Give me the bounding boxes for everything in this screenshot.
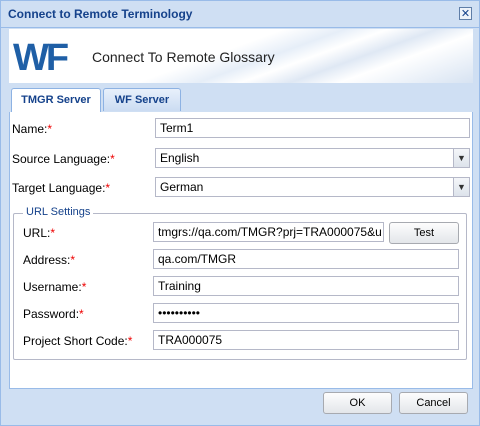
- tab-tmgr-server[interactable]: TMGR Server: [11, 88, 101, 113]
- url-settings-legend: URL Settings: [23, 206, 94, 218]
- required-marker: *: [127, 334, 133, 348]
- chevron-down-icon[interactable]: ▼: [453, 148, 470, 168]
- dialog-footer: OK Cancel: [9, 388, 471, 418]
- source-language-label: Source Language:*: [12, 152, 115, 166]
- url-input[interactable]: tmgrs://qa.com/TMGR?prj=TRA000075&u: [153, 222, 384, 242]
- header-banner: WF Connect To Remote Glossary: [9, 29, 473, 83]
- url-settings-fieldset: URL Settings URL:* tmgrs://qa.com/TMGR?p…: [13, 206, 467, 360]
- logo-text: WF: [13, 38, 68, 76]
- target-language-label-text: Target Language:: [12, 181, 106, 195]
- dialog-window: Connect to Remote Terminology ✕ WF Conne…: [0, 0, 480, 426]
- target-language-select[interactable]: German: [155, 177, 454, 197]
- chevron-down-icon[interactable]: ▼: [453, 177, 470, 197]
- close-icon[interactable]: ✕: [459, 7, 472, 20]
- password-input[interactable]: ••••••••••: [153, 303, 459, 323]
- username-input[interactable]: Training: [153, 276, 459, 296]
- banner-heading: Connect To Remote Glossary: [92, 49, 275, 65]
- project-short-code-input[interactable]: TRA000075: [153, 330, 459, 350]
- required-marker: *: [110, 152, 115, 166]
- url-label-text: URL:: [23, 226, 51, 240]
- tab-panel: Name:* Term1 Source Language:* English ▼…: [9, 112, 473, 389]
- password-label-text: Password:: [23, 307, 80, 321]
- password-label: Password:*: [23, 307, 84, 321]
- source-language-select[interactable]: English: [155, 148, 454, 168]
- address-input[interactable]: qa.com/TMGR: [153, 249, 459, 269]
- address-label-text: Address:: [23, 253, 71, 267]
- test-button[interactable]: Test: [389, 222, 459, 244]
- target-language-label: Target Language:*: [12, 181, 110, 195]
- project-short-code-label: Project Short Code:*: [23, 334, 132, 348]
- username-label: Username:*: [23, 280, 86, 294]
- name-label: Name:*: [12, 122, 52, 136]
- source-language-label-text: Source Language:: [12, 152, 111, 166]
- required-marker: *: [47, 122, 53, 136]
- address-label: Address:*: [23, 253, 75, 267]
- required-marker: *: [50, 226, 56, 240]
- dialog-title: Connect to Remote Terminology: [8, 7, 193, 21]
- title-bar[interactable]: Connect to Remote Terminology ✕: [1, 1, 479, 28]
- required-marker: *: [70, 253, 76, 267]
- ok-button[interactable]: OK: [323, 392, 392, 414]
- url-label: URL:*: [23, 226, 55, 240]
- wf-logo: WF: [13, 38, 71, 76]
- required-marker: *: [81, 280, 87, 294]
- cancel-button[interactable]: Cancel: [399, 392, 468, 414]
- name-input[interactable]: Term1: [155, 118, 470, 138]
- project-short-code-label-text: Project Short Code:: [23, 334, 128, 348]
- username-label-text: Username:: [23, 280, 82, 294]
- tab-strip: TMGR Server WF Server: [9, 88, 471, 113]
- tab-wf-server[interactable]: WF Server: [103, 88, 181, 111]
- required-marker: *: [79, 307, 84, 321]
- name-label-text: Name:: [12, 122, 48, 136]
- required-marker: *: [105, 181, 111, 195]
